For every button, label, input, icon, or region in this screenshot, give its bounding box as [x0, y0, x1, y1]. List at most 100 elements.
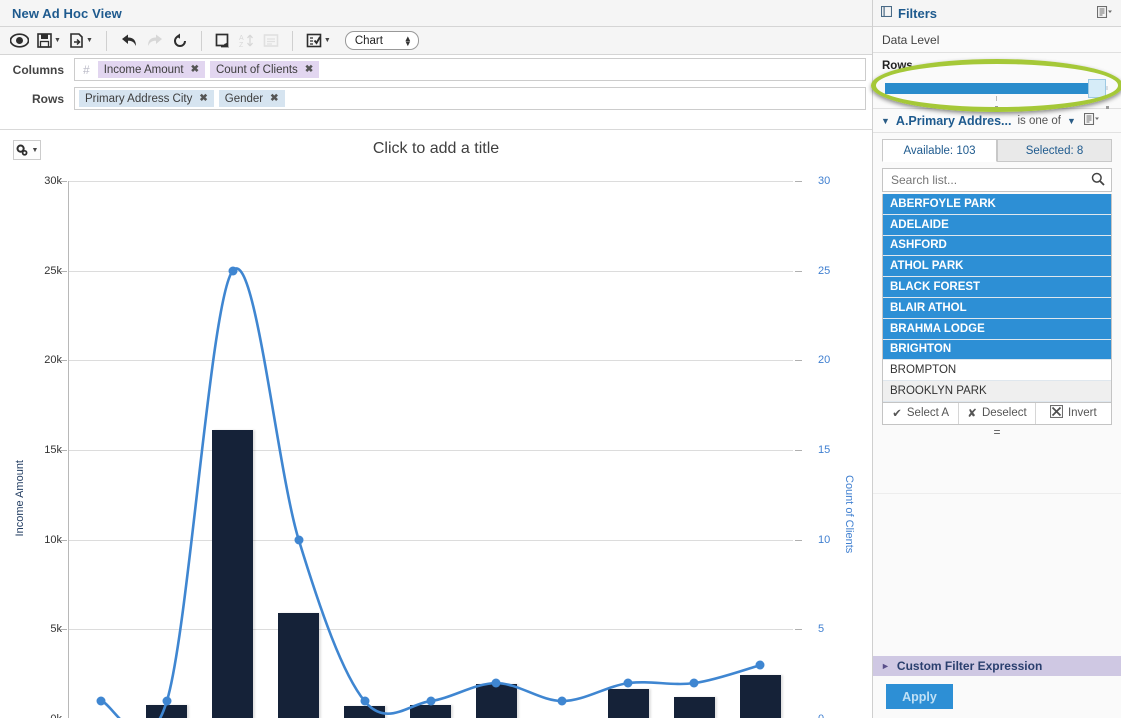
filter-list-item[interactable]: BROMPTON: [883, 360, 1111, 382]
chart-bar[interactable]: [146, 704, 188, 718]
y-axis-left-tick: 30k: [44, 175, 62, 187]
search-icon[interactable]: [1091, 172, 1105, 189]
chevron-right-icon[interactable]: ►: [881, 661, 890, 671]
operator-chevron-down-icon[interactable]: ▼: [1067, 116, 1076, 126]
tick-mark: [795, 629, 802, 631]
chart-bar[interactable]: [475, 684, 517, 718]
x-icon: ✘: [967, 408, 977, 421]
rows-slider[interactable]: [882, 79, 1112, 109]
chip-label: Income Amount: [103, 63, 184, 76]
undo-icon[interactable]: [116, 29, 142, 53]
tab-selected-label: Selected: 8: [1025, 144, 1084, 157]
redo-icon[interactable]: [142, 29, 168, 53]
deselect-all-button[interactable]: ✘ Deselect: [959, 402, 1036, 424]
rows-slider-label: Rows: [882, 60, 913, 72]
chart-data-point[interactable]: [491, 678, 501, 688]
chart-data-point[interactable]: [162, 696, 172, 706]
filter-search-box[interactable]: [882, 168, 1112, 192]
list-resize-grip[interactable]: =: [873, 426, 1121, 438]
remove-chip-icon[interactable]: ✖: [270, 93, 278, 104]
chevron-down-icon[interactable]: ▼: [54, 37, 61, 44]
switch-group-icon[interactable]: [211, 29, 235, 53]
filter-list-item[interactable]: BLAIR ATHOL: [883, 297, 1111, 319]
preview-icon[interactable]: [6, 29, 33, 53]
chart-data-point[interactable]: [755, 660, 765, 670]
filter-list-item[interactable]: BLACK FOREST: [883, 277, 1111, 298]
filter-value-list[interactable]: ABERFOYLE PARK ADELAIDE ASHFORD ATHOL PARK B…: [882, 194, 1112, 425]
slider-knob[interactable]: [1088, 79, 1106, 98]
tick-mark: [60, 360, 67, 362]
filter-list-item[interactable]: BRAHMA LODGE: [883, 318, 1111, 340]
chart-bar[interactable]: [212, 430, 254, 718]
custom-filter-expression-section[interactable]: ► Custom Filter Expression: [873, 656, 1121, 676]
filter-list-item[interactable]: BRIGHTON: [883, 339, 1111, 361]
panel-menu-icon[interactable]: [1096, 5, 1113, 21]
search-input[interactable]: [889, 172, 1091, 188]
filter-list-item[interactable]: ABERFOYLE PARK: [883, 194, 1111, 215]
export-icon[interactable]: ▼: [65, 29, 97, 53]
filter-operator[interactable]: is one of: [1017, 115, 1060, 127]
remove-chip-icon[interactable]: ✖: [191, 64, 199, 75]
tick-mark: [60, 450, 67, 451]
rows-row: Rows Primary Address City ✖ Gender ✖: [0, 84, 872, 113]
columns-dropzone[interactable]: # Income Amount ✖ Count of Clients ✖: [74, 58, 866, 81]
remove-chip-icon[interactable]: ✖: [199, 93, 207, 104]
filter-list-item[interactable]: BROOKLYN PARK: [883, 381, 1111, 402]
chevron-down-icon[interactable]: ▼: [881, 116, 890, 126]
apply-button[interactable]: Apply: [886, 684, 953, 709]
filter-tabs: Available: 103 Selected: 8: [873, 133, 1121, 162]
chart-bar[interactable]: [673, 697, 715, 718]
chevron-down-icon[interactable]: ▼: [324, 37, 331, 44]
chevron-down-icon[interactable]: ▼: [86, 37, 93, 44]
rows-dropzone[interactable]: Primary Address City ✖ Gender ✖: [74, 87, 866, 110]
select-all-button[interactable]: ✔ Select A: [883, 402, 960, 424]
page-icon[interactable]: [259, 29, 283, 53]
svg-text:Z: Z: [239, 42, 244, 48]
chart-bar[interactable]: [344, 706, 386, 718]
tick-mark: [795, 450, 802, 451]
filter-list-item[interactable]: ATHOL PARK: [883, 256, 1111, 278]
tab-available[interactable]: Available: 103: [882, 139, 997, 162]
toolbar-divider: [105, 30, 107, 51]
panel-collapse-icon[interactable]: [880, 5, 893, 20]
column-chip-income-amount[interactable]: Income Amount ✖: [97, 61, 205, 78]
chart-data-point[interactable]: [623, 678, 633, 688]
deselect-all-label: Deselect: [981, 407, 1027, 420]
data-level-row[interactable]: Data Level: [873, 27, 1121, 53]
chart-bar[interactable]: [410, 704, 451, 718]
sort-icon[interactable]: AZ: [235, 29, 259, 53]
save-icon[interactable]: ▼: [33, 29, 65, 53]
invert-icon: [1049, 405, 1063, 421]
select-visualization-icon[interactable]: ▼: [302, 29, 335, 53]
slider-dot: [1106, 106, 1109, 109]
column-chip-count-of-clients[interactable]: Count of Clients ✖: [209, 61, 320, 78]
row-chip-primary-address-city[interactable]: Primary Address City ✖: [79, 90, 214, 107]
chart-data-point[interactable]: [294, 535, 304, 545]
chart-title[interactable]: Click to add a title: [0, 140, 872, 158]
view-type-select[interactable]: Chart ▲ ▼: [344, 31, 419, 50]
view-type-value: Chart: [354, 34, 383, 47]
remove-chip-icon[interactable]: ✖: [305, 64, 313, 75]
row-chip-gender[interactable]: Gender ✖: [218, 90, 285, 107]
chart-data-point[interactable]: [96, 696, 106, 706]
revert-icon[interactable]: [168, 29, 192, 53]
invert-button[interactable]: Invert: [1036, 403, 1111, 424]
chart-bar[interactable]: [607, 689, 649, 718]
filter-list-item[interactable]: ASHFORD: [883, 235, 1111, 257]
filter-menu-icon[interactable]: [1083, 112, 1100, 128]
filter-list-item[interactable]: ADELAIDE: [883, 214, 1111, 236]
chart-data-point[interactable]: [360, 696, 370, 706]
chart-data-point[interactable]: [689, 678, 699, 688]
gridline: [68, 629, 793, 631]
tick-mark: [795, 360, 802, 362]
chart-data-point[interactable]: [557, 696, 567, 706]
chart-data-point[interactable]: [228, 266, 238, 276]
chart-bar[interactable]: [278, 613, 320, 718]
y-axis-right-tick: 25: [818, 264, 831, 277]
chart-data-point[interactable]: [426, 696, 435, 706]
tab-selected[interactable]: Selected: 8: [997, 139, 1112, 162]
y-axis-right-tick: 0: [818, 713, 848, 718]
data-level-label: Data Level: [882, 32, 940, 47]
spinner-arrows-icon[interactable]: ▲ ▼: [404, 34, 412, 47]
chart-bar[interactable]: [739, 675, 781, 718]
